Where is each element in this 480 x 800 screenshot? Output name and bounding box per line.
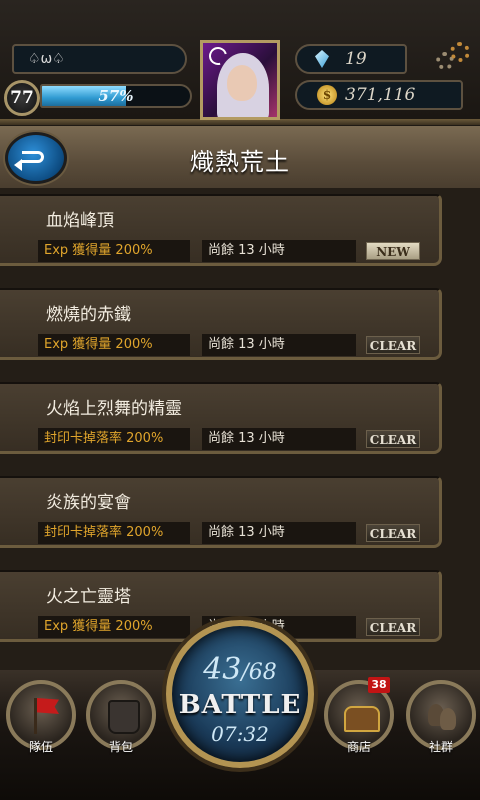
status-badge: CLEAR xyxy=(366,618,420,636)
red-flag-icon xyxy=(34,698,37,734)
quest-reward: Exp 獲得量 200% xyxy=(38,616,190,638)
quest-name: 火焰上烈舞的精靈 xyxy=(46,399,182,419)
level-badge: 77 xyxy=(4,80,40,116)
page-title: 熾熱荒土 xyxy=(190,148,290,176)
coin-count: 371,116 xyxy=(345,85,416,105)
quest-reward: 封印卡掉落率 200% xyxy=(38,522,190,544)
quest-name: 火之亡靈塔 xyxy=(46,587,131,607)
player-avatar[interactable] xyxy=(200,40,280,120)
status-badge: CLEAR xyxy=(366,524,420,542)
quest-name: 燃燒的赤鐵 xyxy=(46,305,131,325)
stamina-current: 43 xyxy=(203,652,242,687)
quest-reward: Exp 獲得量 200% xyxy=(38,334,190,356)
quest-reward: 封印卡掉落率 200% xyxy=(38,428,190,450)
coin-icon: $ xyxy=(317,85,337,105)
gear-icon xyxy=(450,42,470,62)
people-icon xyxy=(426,700,460,734)
quest-time-remaining: 尚餘 13 小時 xyxy=(202,428,356,450)
exp-percent: 57% xyxy=(98,87,134,105)
quest-item[interactable]: 火焰上烈舞的精靈 封印卡掉落率 200% 尚餘 13 小時 CLEAR xyxy=(0,382,442,454)
gem-count: 19 xyxy=(345,49,367,69)
treasure-chest-icon xyxy=(344,706,380,732)
status-badge: CLEAR xyxy=(366,336,420,354)
player-name: ♤ω♤ xyxy=(12,44,187,74)
stamina-max: /68 xyxy=(241,660,277,685)
quest-time-remaining: 尚餘 13 小時 xyxy=(202,240,356,262)
quest-item[interactable]: 血焰峰頂 Exp 獲得量 200% 尚餘 13 小時 NEW xyxy=(0,194,442,266)
quest-time-remaining: 尚餘 13 小時 xyxy=(202,334,356,356)
stamina-timer: 07:32 xyxy=(211,722,269,746)
battle-button[interactable]: 43/68 BATTLE 07:32 xyxy=(166,620,314,768)
backpack-icon xyxy=(108,700,140,734)
gem-counter[interactable]: 19 xyxy=(295,44,407,74)
shop-notification-badge: 38 xyxy=(368,677,390,693)
quest-item[interactable]: 炎族的宴會 封印卡掉落率 200% 尚餘 13 小時 CLEAR xyxy=(0,476,442,548)
status-badge: NEW xyxy=(366,242,420,260)
coin-counter: $ 371,116 xyxy=(295,80,463,110)
stamina-count: 43/68 xyxy=(172,652,308,687)
status-badge: CLEAR xyxy=(366,430,420,448)
bag-label: 背包 xyxy=(108,740,133,754)
quest-item[interactable]: 燃燒的赤鐵 Exp 獲得量 200% 尚餘 13 小時 CLEAR xyxy=(0,288,442,360)
avatar-face xyxy=(227,65,257,101)
quest-name: 血焰峰頂 xyxy=(46,211,114,231)
red-flag-icon xyxy=(37,698,59,714)
settings-button[interactable] xyxy=(432,40,472,74)
diamond-icon xyxy=(315,50,329,68)
battle-label: BATTLE xyxy=(178,690,302,720)
exp-bar: 57% xyxy=(40,84,192,108)
quest-time-remaining: 尚餘 13 小時 xyxy=(202,522,356,544)
quest-name: 炎族的宴會 xyxy=(46,493,131,513)
team-label: 隊伍 xyxy=(28,740,53,754)
quest-reward: Exp 獲得量 200% xyxy=(38,240,190,262)
shop-label: 商店 xyxy=(346,740,371,754)
social-label: 社群 xyxy=(428,740,453,754)
